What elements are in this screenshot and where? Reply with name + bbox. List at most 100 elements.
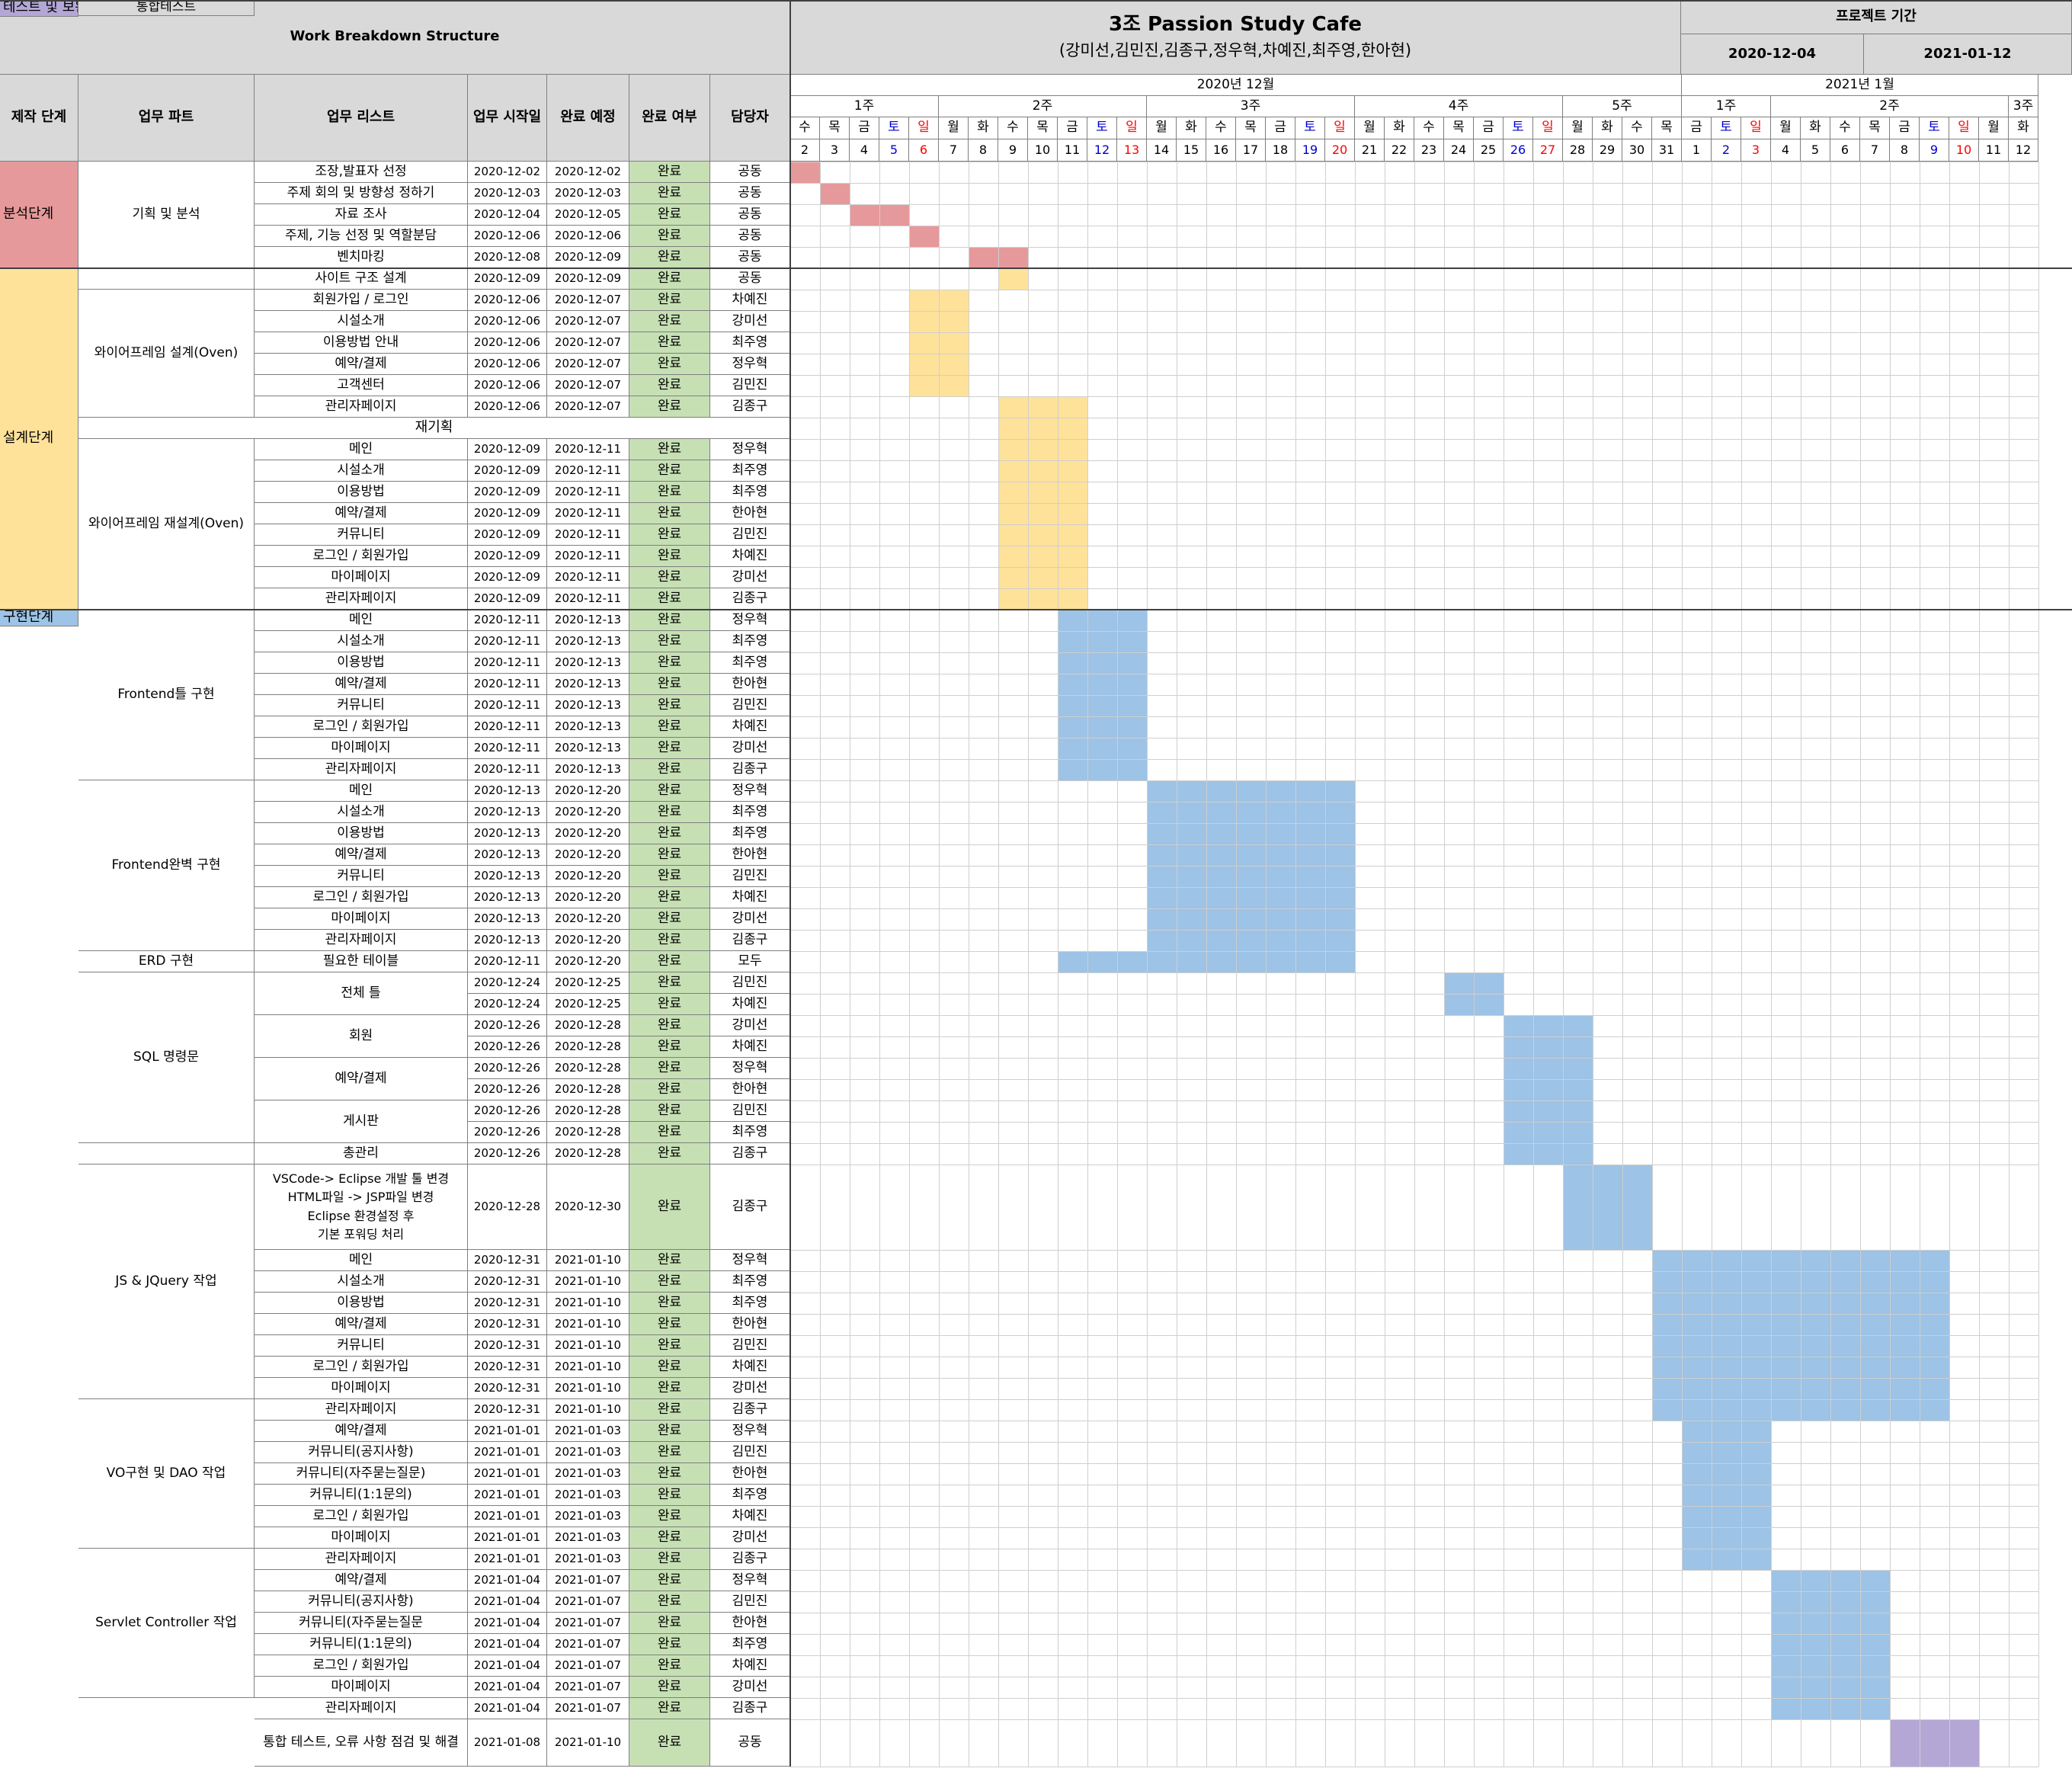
status-cell: 완료 (629, 1570, 710, 1591)
start-date-cell: 2020-12-31 (468, 1314, 547, 1335)
gantt-bar (1504, 1015, 1593, 1036)
grid-vline (1414, 162, 1415, 1767)
end-date-cell: 2021-01-03 (547, 1549, 629, 1570)
gantt-bar (998, 460, 1087, 482)
status-cell: 완료 (629, 1058, 710, 1079)
owner-cell: 한아현 (710, 1613, 790, 1634)
task-cell: 예약/결제 (255, 1570, 468, 1591)
start-date-cell: 2020-12-03 (468, 183, 547, 204)
status-cell: 완료 (629, 1165, 710, 1250)
end-date-cell: 2020-12-11 (547, 567, 629, 588)
day-number: 30 (1622, 139, 1652, 162)
end-date-cell: 2020-12-13 (547, 631, 629, 652)
start-date-cell: 2020-12-31 (468, 1357, 547, 1378)
grid-hline (790, 1591, 2038, 1592)
status-cell: 완료 (629, 1357, 710, 1378)
status-cell: 완료 (629, 567, 710, 588)
week-label: 3주 (2009, 96, 2038, 117)
grid-hline (790, 844, 2038, 845)
grid-hline (790, 652, 2038, 653)
column-header: 업무 파트 (78, 75, 255, 162)
status-cell: 완료 (629, 1314, 710, 1335)
owner-cell: 김민진 (710, 1335, 790, 1357)
week-label: 4주 (1355, 96, 1563, 117)
start-date-cell: 2020-12-31 (468, 1378, 547, 1399)
start-date-cell: 2020-12-11 (468, 695, 547, 716)
column-header: 업무 시작일 (468, 75, 547, 162)
month-label: 2020년 12월 (790, 75, 1682, 96)
start-date-cell: 2020-12-11 (468, 674, 547, 695)
owner-cell: 강미선 (710, 1015, 790, 1036)
grid-vline (1652, 162, 1653, 1767)
start-date-cell: 2020-12-11 (468, 759, 547, 780)
end-date-cell: 2021-01-10 (547, 1335, 629, 1357)
stage-cell: 분석단계 (0, 162, 78, 268)
owner-cell: 김민진 (710, 1442, 790, 1463)
start-date-cell: 2020-12-13 (468, 866, 547, 887)
status-cell: 완료 (629, 183, 710, 204)
end-date-cell: 2020-12-28 (547, 1100, 629, 1122)
start-date-cell: 2020-12-11 (468, 716, 547, 738)
grid-hline (790, 1655, 2038, 1656)
status-cell: 완료 (629, 695, 710, 716)
end-date-cell: 2021-01-03 (547, 1442, 629, 1463)
grid-vline (1087, 162, 1088, 1767)
grid-hline (790, 823, 2038, 824)
owner-cell: 차예진 (710, 1655, 790, 1677)
grid-hline (790, 1570, 2038, 1571)
stage-cell: 설계단계 (0, 268, 78, 610)
grid-hline (790, 503, 2038, 504)
status-cell: 완료 (629, 162, 710, 183)
grid-hline (790, 1250, 2038, 1251)
weekday-label: 토 (1087, 117, 1117, 139)
grid-hline (790, 759, 2038, 760)
status-cell: 완료 (629, 1293, 710, 1314)
owner-cell: 공동 (710, 162, 790, 183)
weekday-label: 수 (1830, 117, 1860, 139)
project-period-label: 프로젝트 기간 (1681, 0, 2072, 34)
weekday-label: 수 (1414, 117, 1444, 139)
day-number: 28 (1563, 139, 1593, 162)
owner-cell: 공동 (710, 183, 790, 204)
start-date-cell: 2021-01-04 (468, 1655, 547, 1677)
day-number: 27 (1533, 139, 1563, 162)
part-cell: 와이어프레임 설계(Oven) (78, 290, 255, 418)
end-date-cell: 2020-12-28 (547, 1079, 629, 1100)
start-date-cell: 2020-12-11 (468, 652, 547, 674)
week-label: 2주 (1771, 96, 2009, 117)
owner-cell: 최주영 (710, 631, 790, 652)
end-date-cell: 2020-12-28 (547, 1036, 629, 1058)
start-date-cell: 2021-01-04 (468, 1677, 547, 1698)
task-cell: 벤치마킹 (255, 247, 468, 268)
gantt-bar (1682, 1421, 1771, 1442)
end-date-cell: 2020-12-28 (547, 1143, 629, 1165)
owner-cell: 강미선 (710, 311, 790, 332)
week-label: 1주 (1682, 96, 1771, 117)
gantt-bar (1058, 759, 1147, 780)
start-date-cell: 2020-12-26 (468, 1100, 547, 1122)
status-cell: 완료 (629, 1250, 710, 1271)
end-date-cell: 2021-01-07 (547, 1698, 629, 1719)
gantt-bar (1504, 1100, 1593, 1122)
gantt-bar (1504, 1122, 1593, 1143)
owner-cell: 김종구 (710, 588, 790, 610)
task-cell: 통합 테스트, 오류 사항 점검 및 해결 (255, 1719, 468, 1767)
wbs-spreadsheet: Work Breakdown Structure 3조 Passion Stud… (0, 0, 2072, 1778)
part-cell: JS & JQuery 작업 (78, 1165, 255, 1399)
task-cell: 커뮤니티(1:1문의) (255, 1634, 468, 1655)
grid-hline (790, 930, 2038, 931)
week-label: 5주 (1563, 96, 1682, 117)
day-number: 3 (1741, 139, 1771, 162)
start-date-cell: 2020-12-26 (468, 1036, 547, 1058)
grid-hline (790, 1634, 2038, 1635)
owner-cell: 김민진 (710, 866, 790, 887)
column-header: 업무 리스트 (255, 75, 468, 162)
task-cell: 커뮤니티 (255, 695, 468, 716)
end-date-cell: 2020-12-06 (547, 226, 629, 247)
task-cell: 시설소개 (255, 311, 468, 332)
day-number: 7 (939, 139, 969, 162)
grid-vline (2009, 162, 2010, 1767)
month-label: 2021년 1월 (1682, 75, 2038, 96)
part-cell: SQL 명령문 (78, 972, 255, 1143)
day-number: 23 (1414, 139, 1444, 162)
